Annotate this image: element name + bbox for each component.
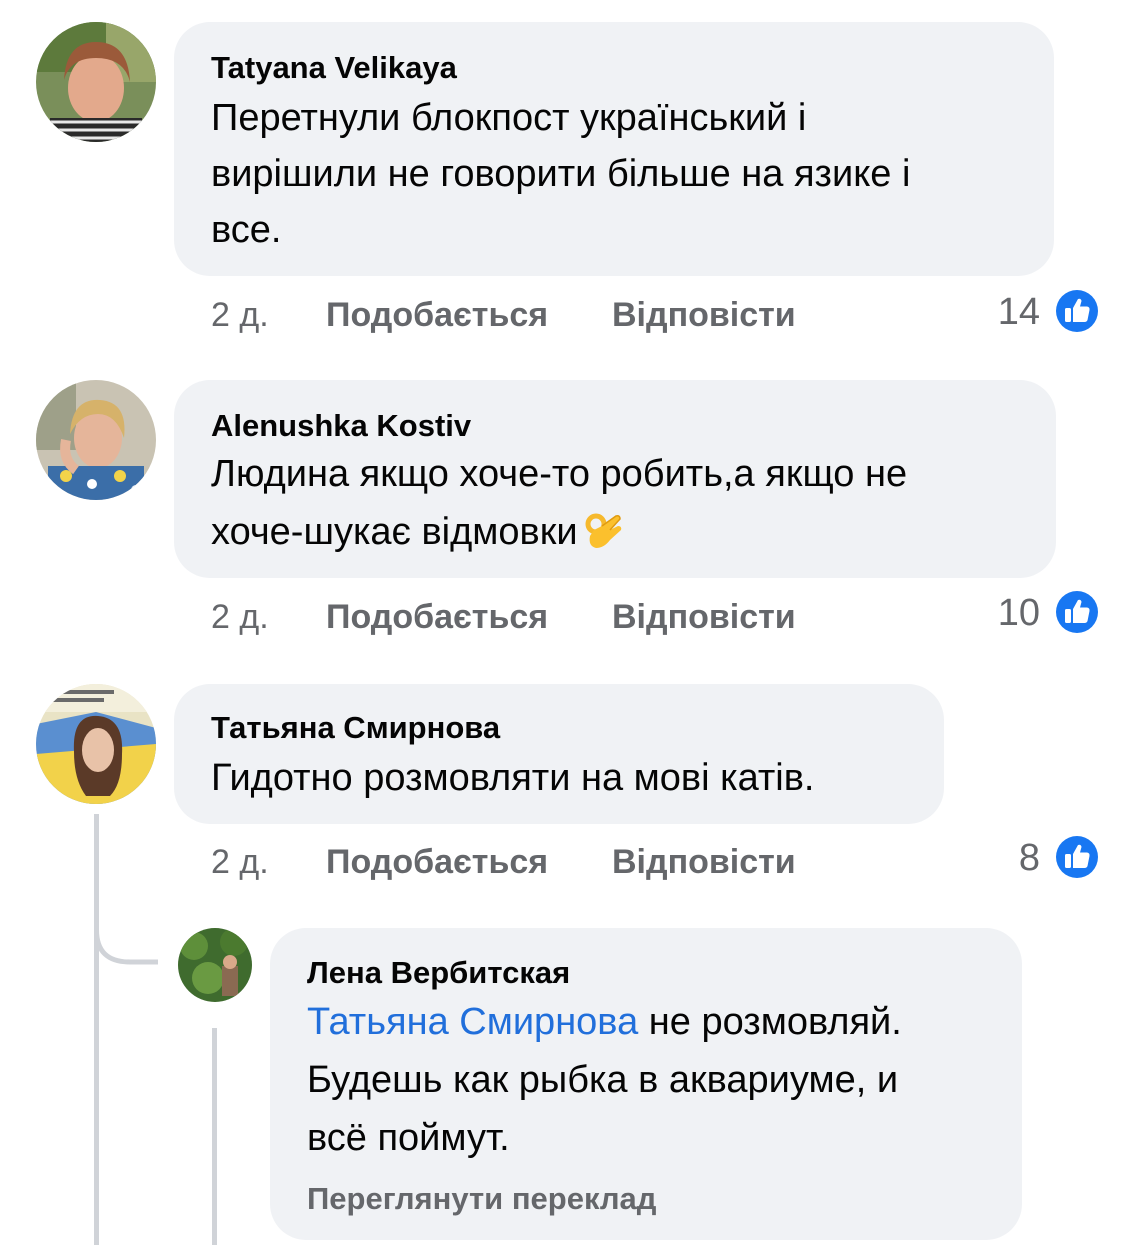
comment-text-fragment: хоче-шукає відмовки — [211, 511, 578, 553]
avatar-tatyana-velikaya[interactable] — [36, 22, 156, 142]
ok-hand-emoji — [585, 513, 621, 548]
reaction-count[interactable]: 8 — [960, 836, 1040, 880]
comment-timestamp[interactable]: 2 д. — [211, 295, 269, 335]
comment-author[interactable]: Tatyana Velikaya — [211, 50, 457, 86]
comment-author[interactable]: Alenushka Kostiv — [211, 408, 471, 444]
thread-line — [212, 1028, 217, 1245]
like-button[interactable]: Подобається — [326, 597, 548, 637]
like-icon[interactable] — [1053, 588, 1101, 636]
thread-line — [94, 814, 99, 1245]
comment-timestamp[interactable]: 2 д. — [211, 597, 269, 637]
reply-text-line: Татьяна Смирнова не розмовляй. — [307, 994, 902, 1050]
avatar-alenushka-kostiv[interactable] — [36, 380, 156, 500]
reaction-count[interactable]: 10 — [960, 591, 1040, 635]
avatar-lena-verbitskaya[interactable] — [178, 928, 252, 1002]
comment-timestamp[interactable]: 2 д. — [211, 842, 269, 882]
comment-text-line: вирішили не говорити більше на язике і — [211, 153, 911, 195]
reply-button[interactable]: Відповісти — [612, 842, 796, 882]
reply-text-line: всё поймут. — [307, 1117, 510, 1159]
reaction-count[interactable]: 14 — [960, 290, 1040, 334]
thread-connector — [94, 900, 158, 965]
comment-text-line: все. — [211, 209, 282, 251]
reply-author[interactable]: Лена Вербитская — [307, 955, 570, 991]
like-icon[interactable] — [1053, 833, 1101, 881]
see-translation-link[interactable]: Переглянути переклад — [307, 1180, 656, 1218]
comment-text-line: Перетнули блокпост український і — [211, 97, 807, 139]
comment-text-line: Гидотно розмовляти на мові катів. — [211, 757, 815, 799]
comment-text-line: Людина якщо хоче-то робить,а якщо не — [211, 453, 908, 495]
avatar-tatyana-smirnova[interactable] — [36, 684, 156, 804]
like-button[interactable]: Подобається — [326, 842, 548, 882]
reply-button[interactable]: Відповісти — [612, 295, 796, 335]
reply-button[interactable]: Відповісти — [612, 597, 796, 637]
like-button[interactable]: Подобається — [326, 295, 548, 335]
mention-link[interactable]: Татьяна Смирнова — [307, 1001, 638, 1043]
comment-author[interactable]: Татьяна Смирнова — [211, 710, 500, 746]
reply-text-line: Будешь как рыбка в аквариуме, и — [307, 1059, 899, 1101]
reply-text-fragment: не розмовляй. — [638, 1001, 902, 1043]
like-icon[interactable] — [1053, 287, 1101, 335]
comment-text-line: хоче-шукає відмовки — [211, 504, 626, 560]
